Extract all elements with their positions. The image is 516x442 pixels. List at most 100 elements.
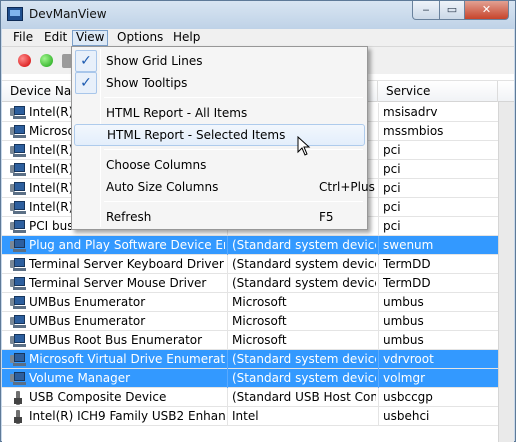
table-row[interactable]: UMBus Enumerator Microsoft umbus — [2, 293, 498, 312]
grid-line — [227, 293, 228, 312]
table-row[interactable]: Terminal Server Keyboard Driver (Standard… — [2, 255, 498, 274]
menu-item-label: Auto Size Columns — [106, 180, 219, 194]
table-row[interactable]: Microsoft Virtual Drive Enumerator ... (S… — [2, 350, 498, 369]
grid-line — [378, 293, 379, 312]
service-cell: mssmbios — [383, 124, 444, 138]
device-icon — [10, 295, 26, 310]
device-name-cell: Volume Manager — [29, 371, 131, 385]
menu-options[interactable]: Options — [114, 30, 166, 46]
menu-item-show-tooltips[interactable]: ✓ Show Tooltips — [74, 72, 365, 94]
grid-line — [378, 331, 379, 350]
manufacturer-cell: (Standard system devices) — [232, 257, 376, 271]
manufacturer-cell: (Standard USB Host Con... — [232, 390, 376, 404]
enable-device-icon[interactable] — [40, 54, 53, 67]
close-button[interactable]: ✕ — [464, 1, 509, 20]
minimize-button[interactable]: ‒ — [412, 1, 440, 20]
grid-line — [378, 407, 379, 426]
service-cell: TermDD — [383, 257, 431, 271]
menu-item-show-grid-lines[interactable]: ✓ Show Grid Lines — [74, 50, 365, 72]
menu-item-shortcut: F5 — [319, 210, 334, 224]
table-row[interactable]: Terminal Server Mouse Driver (Standard sy… — [2, 274, 498, 293]
device-icon — [10, 352, 26, 367]
device-icon — [10, 124, 26, 139]
grid-line — [227, 274, 228, 293]
menu-separator — [104, 201, 363, 202]
service-cell: usbehci — [383, 409, 430, 423]
grid-line — [227, 312, 228, 331]
device-name-cell: Microsoft Virtual Drive Enumerator ... — [29, 352, 225, 366]
grid-line — [378, 312, 379, 331]
menu-help[interactable]: Help — [170, 30, 203, 46]
menu-item-label: Show Tooltips — [106, 76, 188, 90]
maximize-button[interactable]: ▭ — [439, 1, 465, 20]
device-icon — [10, 371, 26, 386]
service-cell: volmgr — [383, 371, 426, 385]
grid-line — [378, 198, 379, 217]
usb-icon — [10, 409, 26, 424]
service-cell: pci — [383, 200, 401, 214]
menu-item-html-report-selected[interactable]: HTML Report - Selected Items — [74, 124, 365, 146]
grid-line — [378, 217, 379, 236]
device-icon — [10, 181, 26, 196]
mouse-cursor-icon — [297, 136, 311, 156]
grid-line — [227, 350, 228, 369]
menu-item-choose-columns[interactable]: Choose Columns — [74, 154, 365, 176]
grid-line — [378, 236, 379, 255]
menu-bar: File Edit View Options Help — [2, 29, 514, 47]
grid-line — [378, 388, 379, 407]
device-icon — [10, 238, 26, 253]
table-row[interactable]: UMBus Root Bus Enumerator Microsoft umbus — [2, 331, 498, 350]
checkmark-icon: ✓ — [75, 50, 97, 72]
device-name-cell: USB Composite Device — [29, 390, 167, 404]
grid-line — [227, 255, 228, 274]
service-cell: pci — [383, 181, 401, 195]
service-cell: swenum — [383, 238, 434, 252]
manufacturer-cell: Microsoft — [232, 333, 287, 347]
manufacturer-cell: (Standard system devices) — [232, 371, 376, 385]
table-row[interactable]: Volume Manager (Standard system devices) v… — [2, 369, 498, 388]
device-name-cell: Terminal Server Keyboard Driver — [29, 257, 224, 271]
manufacturer-cell: Microsoft — [232, 314, 287, 328]
view-menu-dropdown: ✓ Show Grid Lines ✓ Show Tooltips HTML Repor… — [71, 46, 375, 230]
manufacturer-cell: Microsoft — [232, 295, 287, 309]
window-title: DevManView — [29, 7, 107, 21]
grid-line — [227, 236, 228, 255]
menu-item-label: HTML Report - All Items — [106, 106, 248, 120]
menu-item-refresh[interactable]: Refresh F5 — [74, 206, 365, 228]
grid-line — [378, 141, 379, 160]
device-icon — [10, 257, 26, 272]
device-icon — [10, 276, 26, 291]
device-icon — [10, 333, 26, 348]
table-row[interactable]: Intel(R) ICH9 Family USB2 Enhance... Inte… — [2, 407, 498, 426]
menu-separator — [104, 149, 363, 150]
menu-item-auto-size-columns[interactable]: Auto Size Columns Ctrl+Plus — [74, 176, 375, 198]
menu-edit[interactable]: Edit — [41, 30, 70, 46]
service-cell: pci — [383, 219, 401, 233]
menu-item-label: Show Grid Lines — [106, 54, 203, 68]
vertical-scrollbar[interactable] — [498, 102, 514, 442]
device-name-cell: Terminal Server Mouse Driver — [29, 276, 207, 290]
grid-line — [378, 122, 379, 141]
service-cell: umbus — [383, 295, 424, 309]
manufacturer-cell: (Standard system devices) — [232, 352, 376, 366]
table-row[interactable]: Plug and Play Software Device Enu... (Sta… — [2, 236, 498, 255]
service-cell: umbus — [383, 333, 424, 347]
title-bar[interactable]: DevManView ‒ ▭ ✕ — [1, 1, 515, 29]
table-row[interactable]: UMBus Enumerator Microsoft umbus — [2, 312, 498, 331]
device-icon — [10, 219, 26, 234]
grid-line — [227, 388, 228, 407]
grid-line — [378, 350, 379, 369]
menu-file[interactable]: File — [10, 30, 36, 46]
column-header-service[interactable]: Service — [378, 81, 498, 102]
device-name-cell: UMBus Enumerator — [29, 314, 146, 328]
disable-device-icon[interactable] — [18, 54, 31, 67]
menu-view[interactable]: View — [72, 30, 109, 46]
service-cell: usbccgp — [383, 390, 433, 404]
grid-line — [227, 407, 228, 426]
device-icon — [10, 200, 26, 215]
table-row[interactable]: USB Composite Device (Standard USB Host C… — [2, 388, 498, 407]
service-cell: umbus — [383, 314, 424, 328]
menu-item-html-report-all[interactable]: HTML Report - All Items — [74, 102, 365, 124]
service-cell: pci — [383, 162, 401, 176]
grid-line — [378, 160, 379, 179]
